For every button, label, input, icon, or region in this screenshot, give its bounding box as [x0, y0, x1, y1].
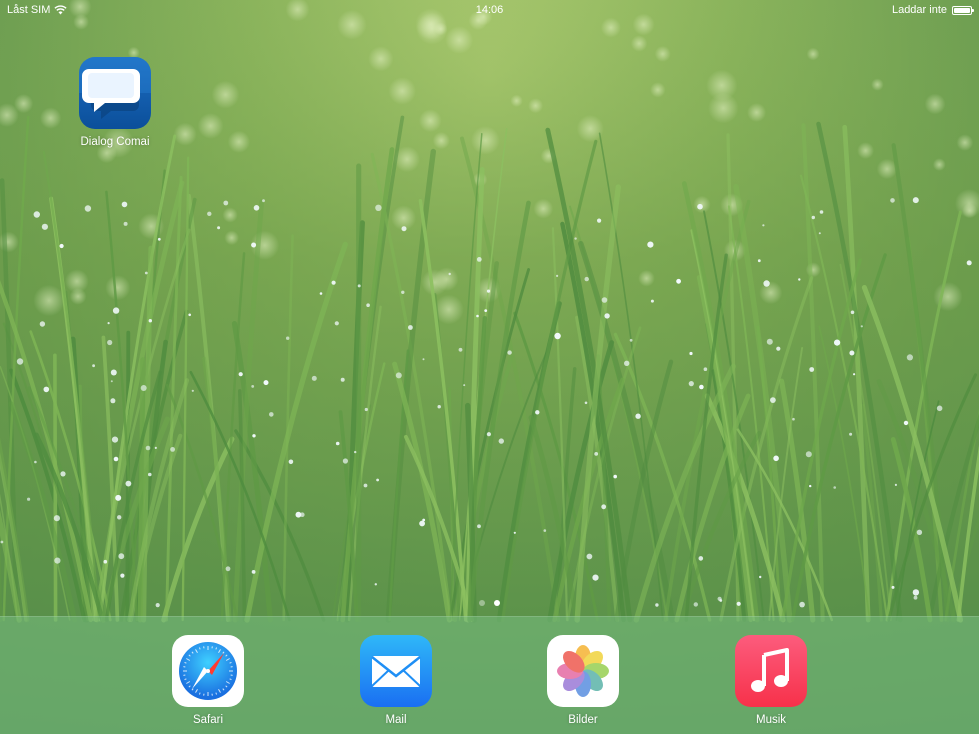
speech-bubbles-icon — [79, 57, 151, 129]
battery-icon — [952, 5, 974, 15]
dock-app-safari[interactable]: Safari — [163, 635, 253, 726]
app-dialog-comai[interactable]: Dialog Comai — [70, 57, 160, 148]
status-time: 14:06 — [475, 4, 504, 16]
app-label: Safari — [192, 714, 224, 726]
dock-app-mail[interactable]: Mail — [351, 635, 441, 726]
app-label: Mail — [385, 714, 407, 726]
music-note-icon — [735, 635, 807, 707]
dock-app-musik[interactable]: Musik — [726, 635, 816, 726]
battery-fill — [954, 7, 970, 13]
page-indicator[interactable] — [0, 600, 979, 606]
dock: Safari Mail Bilder Musik — [0, 616, 979, 734]
envelope-icon — [360, 635, 432, 707]
compass-icon — [172, 635, 244, 707]
page-dot-active[interactable] — [494, 600, 500, 606]
dock-app-bilder[interactable]: Bilder — [538, 635, 628, 726]
app-label: Bilder — [568, 714, 598, 726]
app-label: Musik — [755, 714, 787, 726]
status-bar: Låst SIM 14:06 Laddar inte — [0, 0, 979, 20]
status-right: Laddar inte — [891, 0, 974, 20]
battery-status-label: Laddar inte — [891, 4, 947, 16]
app-label: Dialog Comai — [80, 136, 150, 148]
flower-icon — [547, 635, 619, 707]
page-dot[interactable] — [479, 600, 485, 606]
